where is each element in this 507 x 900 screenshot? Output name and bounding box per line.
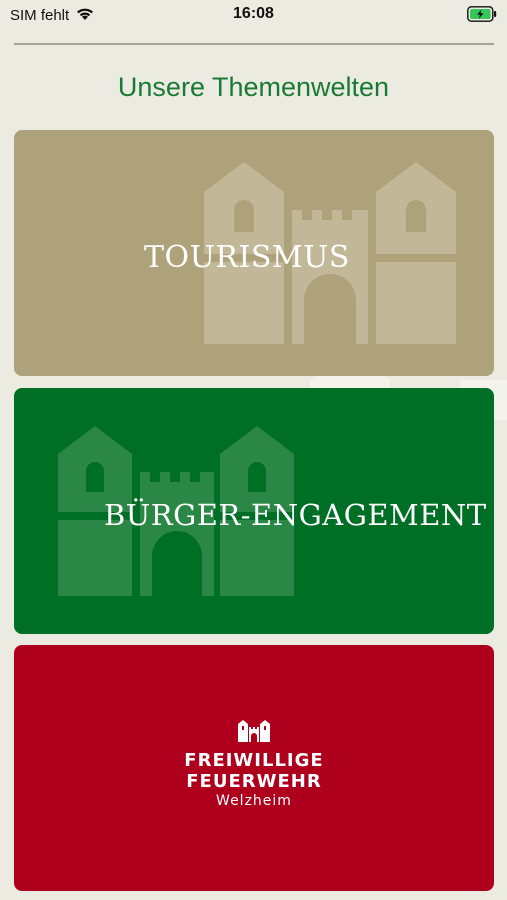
tourism-label: TOURISMUS: [144, 240, 350, 275]
feuerwehr-card[interactable]: FREIWILLIGE FEUERWEHR Welzheim: [14, 645, 494, 891]
feuerwehr-sub: Welzheim: [216, 793, 292, 809]
feuerwehr-line1: FREIWILLIGE: [184, 750, 324, 771]
buerger-engagement-label: BÜRGER-ENGAGEMENT: [104, 498, 487, 532]
feuerwehr-line2: FEUERWEHR: [186, 771, 322, 792]
page-title: Unsere Themenwelten: [117, 72, 390, 102]
battery-charging-icon: [467, 6, 497, 27]
status-time: 16:08: [233, 5, 274, 22]
buerger-engagement-card[interactable]: BÜRGER-ENGAGEMENT: [14, 388, 494, 634]
header-divider: [14, 43, 494, 45]
tourism-card[interactable]: TOURISMUS: [14, 130, 494, 376]
app-screen: SIM fehlt 16:08 Unsere Themenwelten TOUR…: [0, 0, 507, 900]
status-bar: SIM fehlt 16:08: [0, 0, 507, 30]
castle-icon: [238, 720, 270, 742]
feuerwehr-logo: FREIWILLIGE FEUERWEHR Welzheim: [14, 720, 494, 809]
